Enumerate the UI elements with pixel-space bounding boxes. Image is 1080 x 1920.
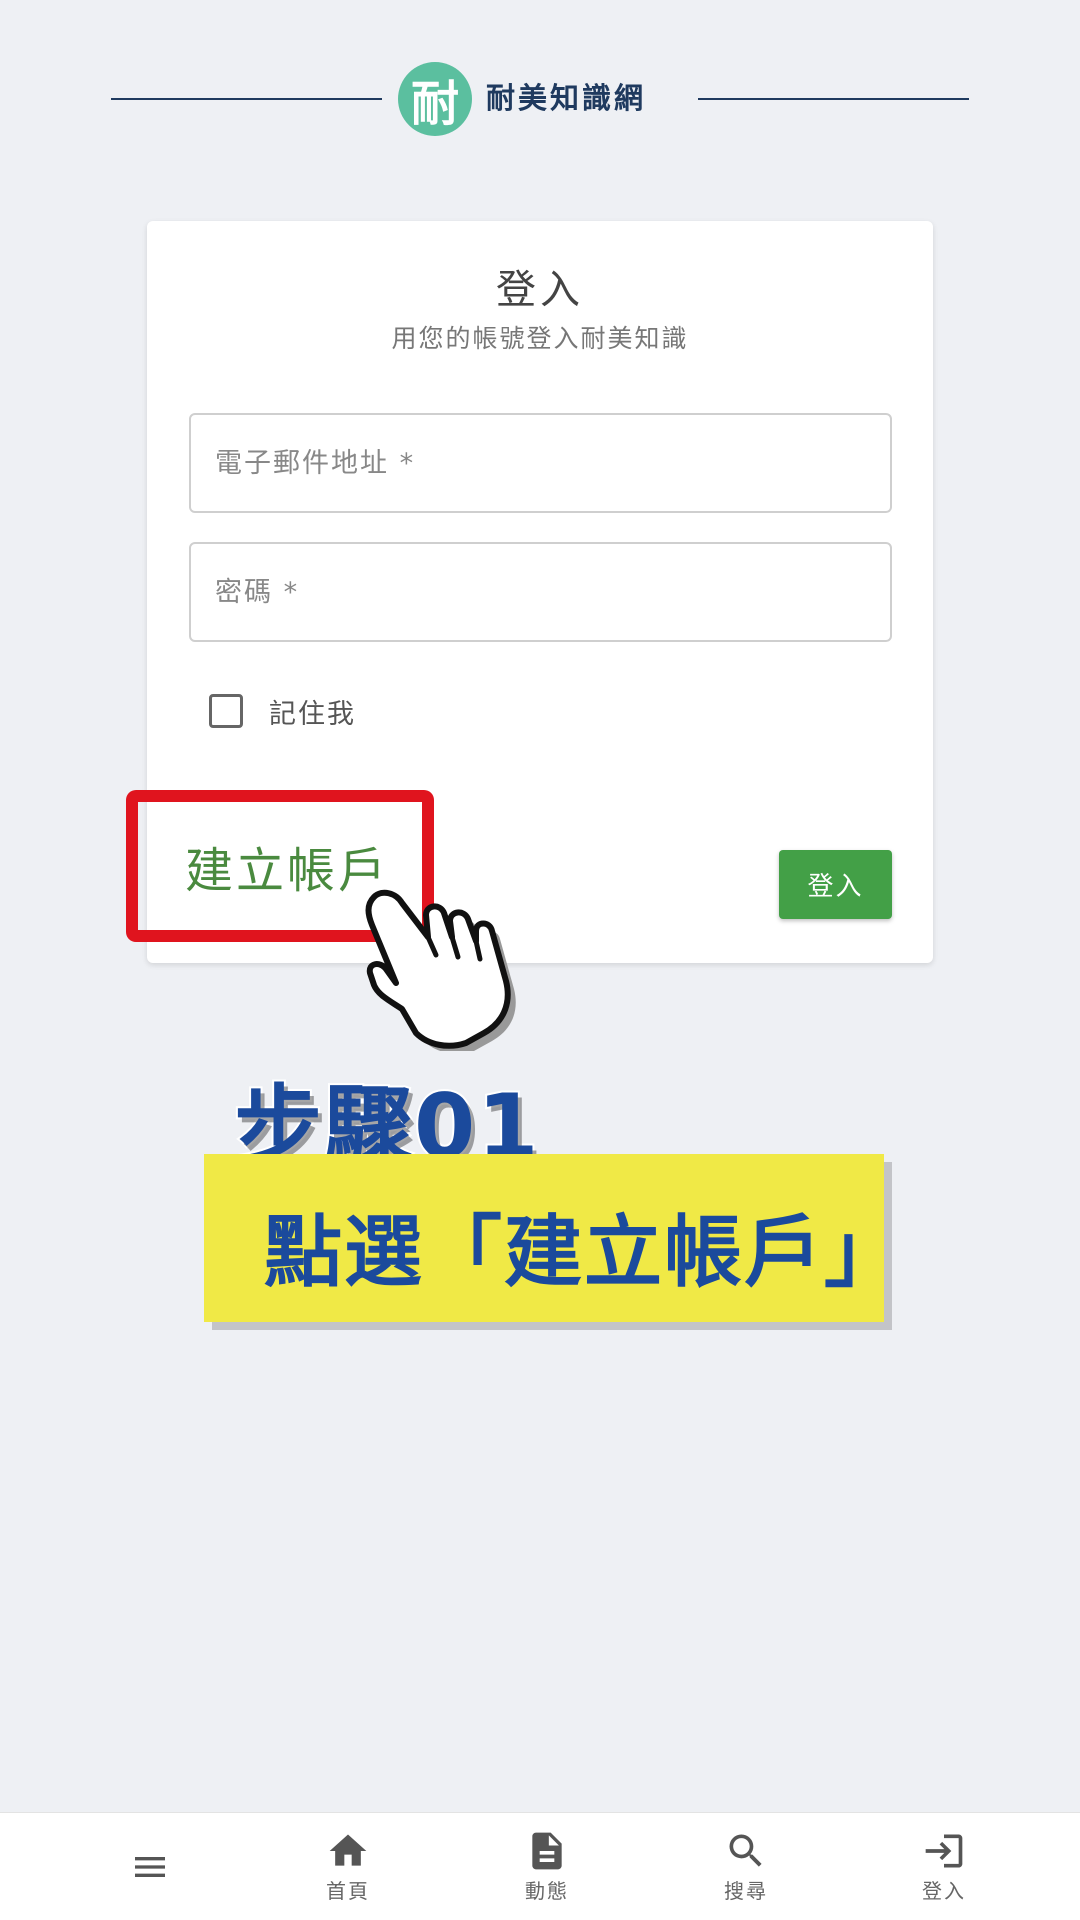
password-field[interactable] — [191, 544, 890, 640]
nav-feed[interactable]: 動態 — [487, 1813, 607, 1920]
email-field-container — [189, 413, 892, 513]
site-name: 耐美知識網 — [486, 81, 647, 115]
nav-menu[interactable] — [90, 1813, 210, 1920]
search-icon — [729, 1834, 762, 1867]
login-icon — [925, 1834, 963, 1868]
header-divider-left — [111, 98, 382, 100]
email-field[interactable] — [191, 415, 890, 511]
login-subtitle: 用您的帳號登入耐美知識 — [391, 324, 689, 353]
nav-home[interactable]: 首頁 — [288, 1813, 408, 1920]
site-logo-icon[interactable]: 耐 — [398, 62, 472, 136]
login-button[interactable]: 登入 — [779, 850, 892, 919]
menu-icon — [135, 1857, 165, 1877]
remember-me: 記住我 — [209, 691, 356, 731]
nav-login[interactable]: 登入 — [884, 1813, 1004, 1920]
login-title: 登入 — [496, 267, 584, 313]
nav-search[interactable]: 搜尋 — [686, 1813, 806, 1920]
pointing-hand-icon — [365, 889, 516, 1051]
remember-me-label: 記住我 — [269, 698, 356, 730]
login-page: 耐 耐美知識網 登入 用您的帳號登入耐美知識 記住我 建立帳戶 登入 步驟01 … — [0, 0, 1080, 1920]
nav-feed-label: 動態 — [525, 1879, 569, 1903]
logo-glyph: 耐 — [410, 76, 459, 132]
document-icon — [532, 1832, 562, 1870]
step-banner: 點選「建立帳戶」 — [204, 1154, 902, 1322]
bottom-navigation: 首頁 動態 搜尋 登入 — [0, 1812, 1080, 1920]
password-field-container — [189, 542, 892, 642]
step-instruction: 點選「建立帳戶」 — [264, 1208, 905, 1298]
nav-search-label: 搜尋 — [724, 1879, 768, 1903]
remember-me-checkbox[interactable] — [209, 694, 243, 728]
nav-home-label: 首頁 — [326, 1879, 370, 1903]
header-divider-right — [698, 98, 969, 100]
nav-login-label: 登入 — [922, 1879, 966, 1903]
home-icon — [329, 1834, 367, 1866]
